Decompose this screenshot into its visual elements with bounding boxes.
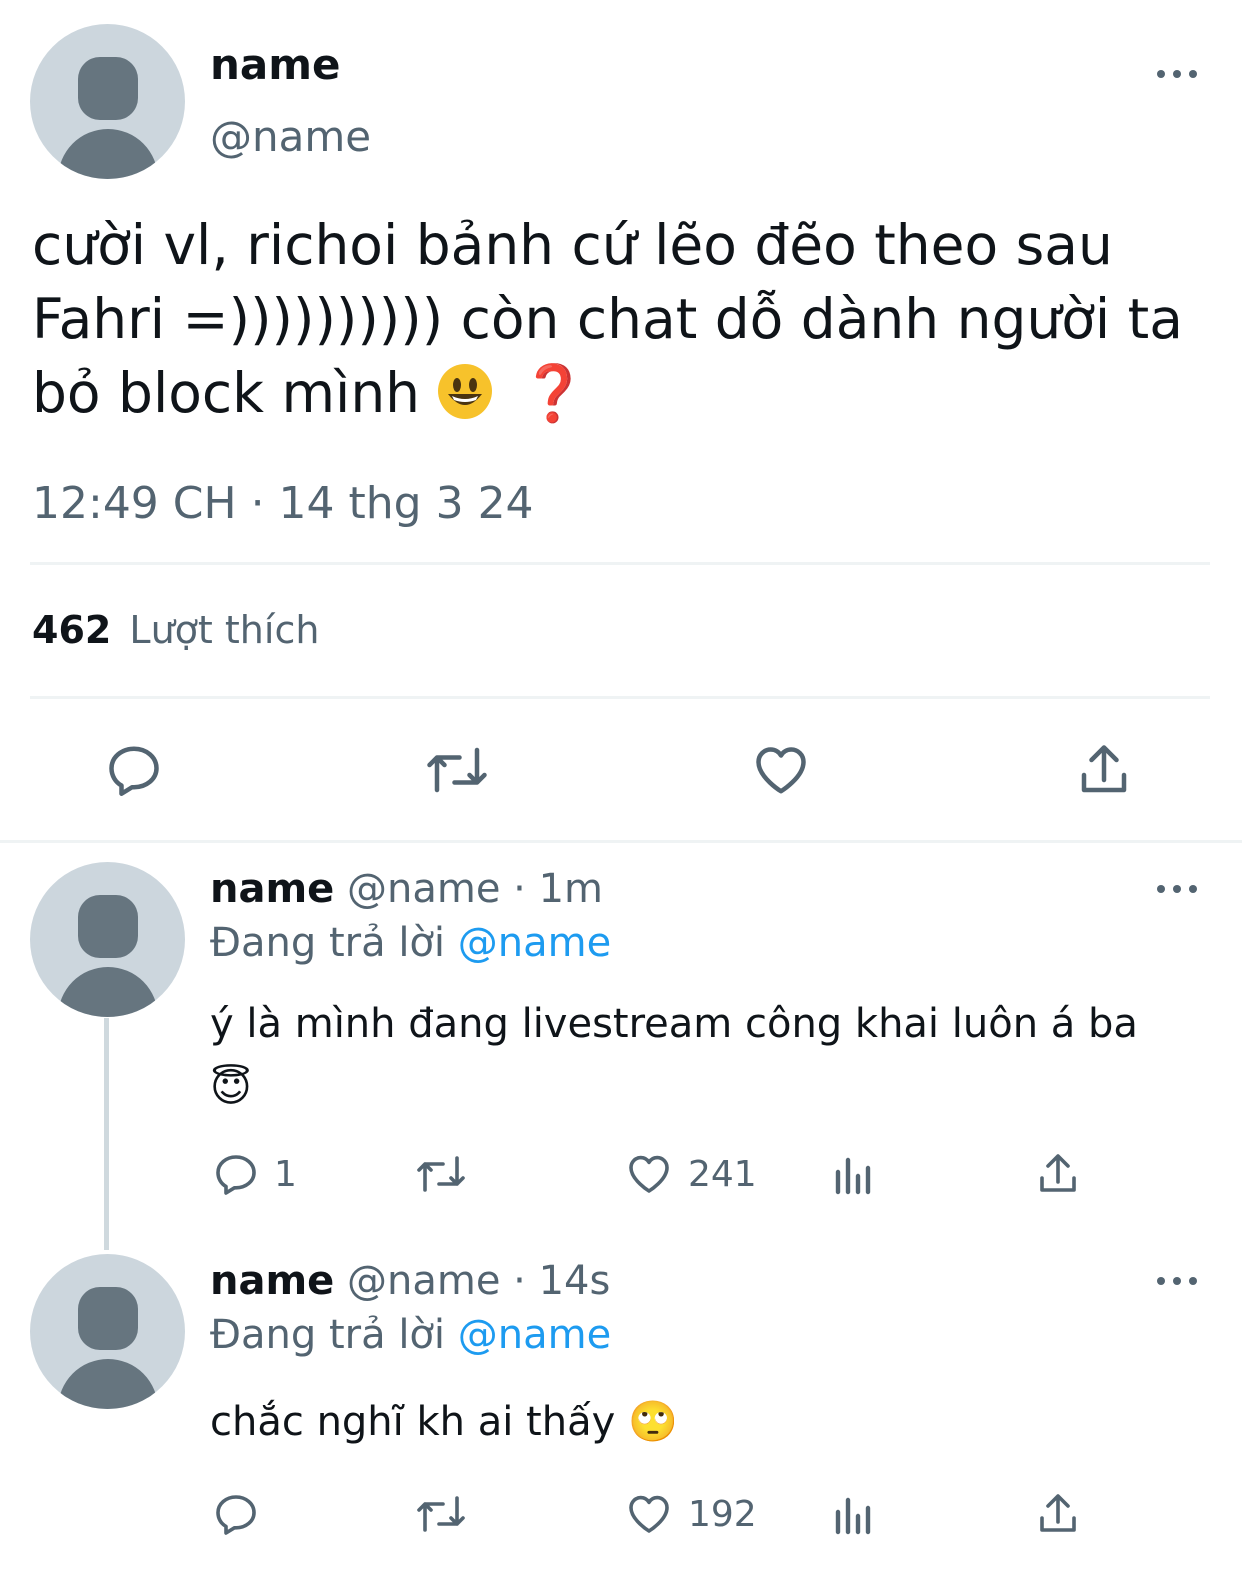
reply-header: name @name · 14s (210, 1258, 610, 1304)
heart-icon (750, 740, 812, 800)
share-icon (1074, 740, 1134, 800)
retweet-icon (414, 1490, 468, 1538)
reply-text: ý là mình đang livestream công khai luôn… (210, 992, 1220, 1120)
share-button[interactable] (1034, 1150, 1082, 1198)
reply-button[interactable] (104, 740, 164, 800)
reply-text-body: chắc nghĩ kh ai thấy (210, 1399, 616, 1445)
reply-text-body: ý là mình đang livestream công khai luôn… (210, 1001, 1138, 1047)
reply-time[interactable]: · 14s (513, 1258, 610, 1304)
face-with-rolling-eyes-emoji-icon: 🙄 (628, 1399, 678, 1445)
retweet-button[interactable] (424, 740, 490, 800)
replying-to: Đang trả lời @name (210, 1312, 611, 1358)
tweet-text-line-2: Fahri =)))))))))) còn chat dỗ dành người… (32, 287, 1183, 351)
author-display-name[interactable]: name (210, 1258, 334, 1304)
smiling-face-emoji-icon (437, 364, 492, 419)
retweet-icon (414, 1150, 468, 1198)
replying-to: Đang trả lời @name (210, 920, 611, 966)
divider (30, 696, 1210, 699)
tweet-timestamp[interactable]: 12:49 CH · 14 thg 3 24 (32, 478, 534, 529)
avatar[interactable] (30, 1254, 185, 1409)
avatar[interactable] (30, 24, 185, 179)
likes-count: 462 (32, 608, 112, 652)
author-handle[interactable]: @name (347, 1258, 500, 1304)
tweet-text-line-3-text: bỏ block mình (32, 361, 421, 425)
divider (30, 562, 1210, 565)
reply-button[interactable] (212, 1490, 274, 1538)
like-button[interactable]: 192 (624, 1490, 757, 1538)
tweet-text-line-1: cười vl, richoi bảnh cứ lẽo đẽo theo sau (32, 213, 1113, 277)
analytics-icon (830, 1150, 878, 1198)
smiling-face-with-halo-emoji-icon: 😇 (210, 1065, 252, 1111)
retweet-button[interactable] (414, 1490, 482, 1538)
share-button[interactable] (1074, 740, 1134, 800)
views-button[interactable] (830, 1490, 878, 1538)
replying-label: Đang trả lời (210, 1312, 446, 1358)
reply-header: name @name · 1m (210, 866, 603, 912)
reply-icon (212, 1490, 260, 1538)
reply-text: chắc nghĩ kh ai thấy 🙄 (210, 1394, 678, 1450)
share-icon (1034, 1150, 1082, 1198)
author-handle[interactable]: @name (210, 112, 371, 161)
thread-connector-line (104, 1018, 109, 1250)
retweet-icon (424, 740, 490, 800)
analytics-icon (830, 1490, 878, 1538)
more-options-icon[interactable] (1157, 1275, 1197, 1287)
tweet-text: cười vl, richoi bảnh cứ lẽo đẽo theo sau… (32, 208, 1222, 430)
replying-to-link[interactable]: @name (458, 1312, 611, 1358)
question-emoji: ❓ (519, 361, 588, 425)
more-options-icon[interactable] (1157, 883, 1197, 895)
share-icon (1034, 1490, 1082, 1538)
reply-count: 1 (274, 1153, 297, 1195)
share-button[interactable] (1034, 1490, 1082, 1538)
heart-icon (624, 1490, 674, 1538)
reply-time[interactable]: · 1m (513, 866, 603, 912)
author-display-name[interactable]: name (210, 866, 334, 912)
likes-label: Lượt thích (129, 608, 320, 652)
author-handle[interactable]: @name (347, 866, 500, 912)
replying-to-link[interactable]: @name (458, 920, 611, 966)
heart-icon (624, 1150, 674, 1198)
reply-button[interactable]: 1 (212, 1150, 297, 1198)
avatar[interactable] (30, 862, 185, 1017)
author-display-name[interactable]: name (210, 40, 341, 89)
views-button[interactable] (830, 1150, 878, 1198)
more-options-icon[interactable] (1157, 68, 1197, 80)
likes-stat[interactable]: 462 Lượt thích (32, 608, 319, 652)
like-button[interactable] (750, 740, 812, 800)
retweet-button[interactable] (414, 1150, 482, 1198)
replying-label: Đang trả lời (210, 920, 446, 966)
reply-icon (104, 740, 164, 800)
like-count: 241 (688, 1153, 757, 1195)
like-button[interactable]: 241 (624, 1150, 757, 1198)
like-count: 192 (688, 1493, 757, 1535)
tweet-text-line-3: bỏ block mình ❓ (32, 356, 1222, 430)
section-divider (0, 840, 1242, 843)
reply-icon (212, 1150, 260, 1198)
